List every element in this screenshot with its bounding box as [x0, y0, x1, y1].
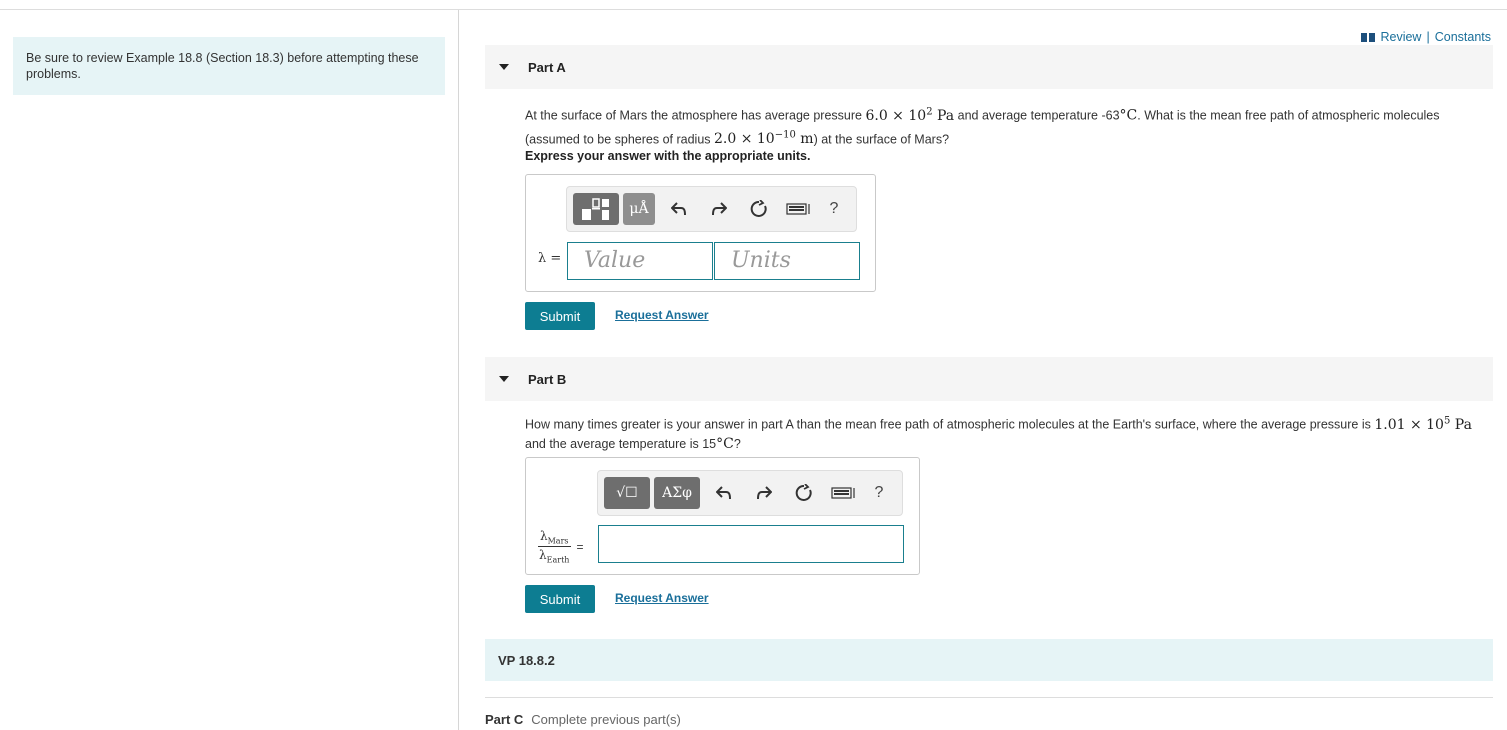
radius-value: 2.0 × 10−10 m	[714, 129, 814, 148]
part-b-label: Part B	[528, 371, 567, 387]
caret-down-icon[interactable]	[499, 376, 509, 382]
lambda-label: λ =	[538, 251, 562, 266]
part-b-answer-box: √☐ ΑΣφ ? λMars λEarth =	[525, 457, 920, 575]
help-button[interactable]: ?	[864, 484, 894, 502]
templates-button[interactable]	[573, 193, 619, 225]
units-input[interactable]: Units	[714, 242, 860, 280]
keyboard-button[interactable]	[779, 194, 819, 224]
redo-icon	[757, 486, 772, 500]
earth-pressure-value: 1.01 × 105 Pa	[1374, 415, 1472, 433]
undo-button[interactable]	[659, 194, 699, 224]
part-b-request-answer-link[interactable]: Request Answer	[615, 591, 709, 605]
sqrt-template-button[interactable]: √☐	[604, 477, 650, 509]
part-a-answer-box: μÅ ? λ = Value Units	[525, 174, 876, 292]
constants-link[interactable]: Constants	[1435, 30, 1491, 44]
part-a-instruction: Express your answer with the appropriate…	[525, 149, 811, 163]
redo-icon	[712, 202, 727, 216]
question-text: and average temperature -63	[954, 108, 1120, 123]
reset-icon	[795, 484, 812, 501]
caret-down-icon[interactable]	[499, 64, 509, 70]
temp-unit: °C	[716, 435, 734, 452]
vp-label: VP 18.8.2	[498, 652, 555, 668]
part-b-question: How many times greater is your answer in…	[525, 411, 1480, 454]
lambda-ratio: λMars λEarth	[538, 529, 571, 565]
equals-sign: =	[576, 539, 584, 554]
reset-button[interactable]	[739, 194, 779, 224]
part-b-math-toolbar: √☐ ΑΣφ ?	[597, 470, 903, 516]
question-text: and the average temperature is 15	[525, 436, 717, 451]
part-c-label: Part C	[485, 712, 524, 727]
ratio-answer-input[interactable]	[598, 525, 904, 563]
review-note-panel: Be sure to review Example 18.8 (Section …	[13, 37, 445, 95]
part-b-header[interactable]: Part B	[485, 357, 1493, 401]
pressure-value: 6.0 × 102 Pa	[865, 106, 955, 124]
units-button-label: μÅ	[629, 201, 649, 217]
reset-icon	[750, 200, 767, 217]
greek-symbols-label: ΑΣφ	[662, 485, 692, 501]
part-c-row: Part C Complete previous part(s)	[485, 712, 681, 727]
units-button[interactable]: μÅ	[623, 193, 655, 225]
part-a-question: At the surface of Mars the atmosphere ha…	[525, 102, 1480, 149]
ratio-label: λMars λEarth =	[538, 529, 584, 565]
panel-divider	[458, 10, 459, 730]
part-a-header[interactable]: Part A	[485, 45, 1493, 89]
keyboard-icon	[831, 487, 855, 499]
value-input[interactable]: Value	[567, 242, 713, 280]
keyboard-button[interactable]	[824, 478, 864, 508]
reset-button[interactable]	[784, 478, 824, 508]
redo-button[interactable]	[744, 478, 784, 508]
part-b-submit-button[interactable]: Submit	[525, 585, 595, 613]
part-a-label: Part A	[528, 59, 566, 75]
question-text: ?	[733, 436, 741, 451]
part-c-note: Complete previous part(s)	[531, 712, 681, 727]
review-constants-links: Review | Constants	[1361, 30, 1491, 44]
top-divider	[0, 9, 1507, 10]
undo-icon	[716, 486, 731, 500]
vp-section-header: VP 18.8.2	[485, 639, 1493, 681]
temp-unit: °C	[1119, 107, 1138, 124]
undo-icon	[671, 202, 686, 216]
help-button[interactable]: ?	[819, 200, 849, 218]
question-text: At the surface of Mars the atmosphere ha…	[525, 108, 866, 123]
part-a-math-toolbar: μÅ ?	[566, 186, 857, 232]
link-separator: |	[1426, 30, 1430, 44]
greek-symbols-button[interactable]: ΑΣφ	[654, 477, 700, 509]
undo-button[interactable]	[704, 478, 744, 508]
part-a-request-answer-link[interactable]: Request Answer	[615, 308, 709, 322]
review-link[interactable]: Review	[1380, 30, 1421, 44]
question-text: How many times greater is your answer in…	[525, 417, 1375, 432]
review-note-text: Be sure to review Example 18.8 (Section …	[26, 51, 419, 81]
part-a-submit-button[interactable]: Submit	[525, 302, 595, 330]
templates-icon	[582, 198, 609, 220]
keyboard-icon	[786, 203, 810, 215]
question-text: ) at the surface of Mars?	[813, 132, 950, 147]
sqrt-template-label: √☐	[616, 485, 638, 501]
part-c-divider	[485, 697, 1493, 698]
redo-button[interactable]	[699, 194, 739, 224]
book-icon	[1361, 32, 1376, 42]
